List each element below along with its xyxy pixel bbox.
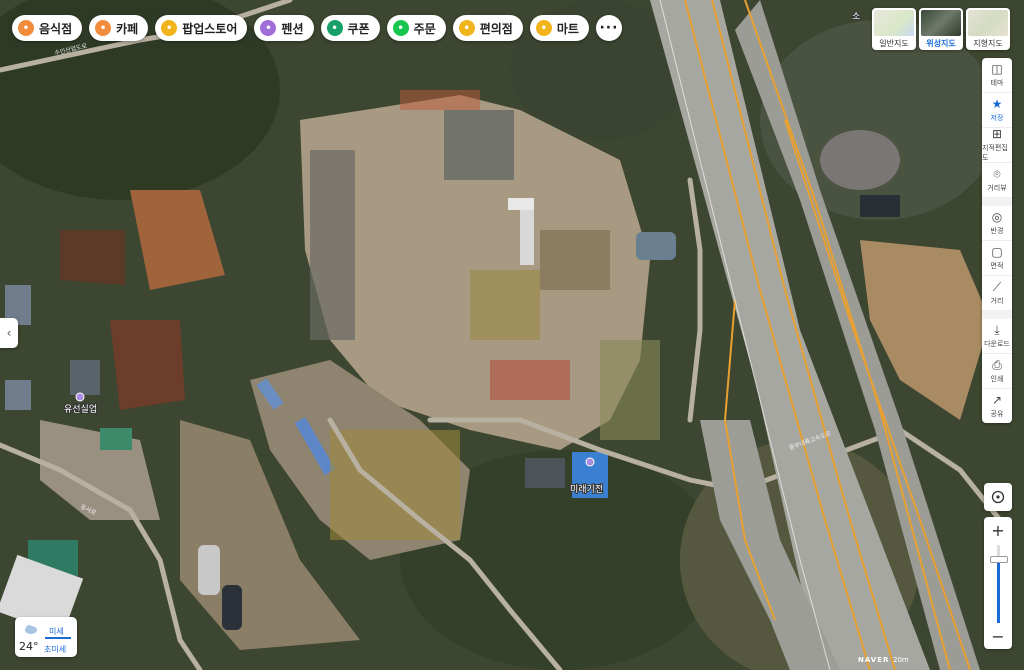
panel-collapse-button[interactable]: ‹ xyxy=(0,318,18,348)
terrain-map-thumbnail xyxy=(968,10,1008,36)
satellite-map[interactable]: 수인산업도로 중부내륙고속도로 동서로 유선실업 미래기전 소 xyxy=(0,0,1024,670)
ultrafine-dust-text: 초미세 xyxy=(44,645,67,654)
popup-store-icon: • xyxy=(161,20,178,36)
category-chip-label: 마트 xyxy=(556,21,579,36)
category-chip-label: 주문 xyxy=(413,21,436,36)
toolbar-divider xyxy=(982,311,1012,319)
category-chip-popup-store[interactable]: • 팝업스토어 xyxy=(155,15,248,41)
category-chip-cafe[interactable]: • 카페 xyxy=(89,15,149,41)
map-type-terrain[interactable]: 지형지도 xyxy=(966,8,1010,50)
zoom-out-button[interactable]: − xyxy=(984,625,1012,647)
place-marker-icon xyxy=(585,457,595,467)
place-marker-icon xyxy=(75,392,85,402)
area-icon: ▢ xyxy=(991,244,1003,259)
map-type-label: 지형지도 xyxy=(973,39,1003,48)
temperature-text: 24° xyxy=(19,640,39,653)
naver-logo: NAVER xyxy=(858,656,890,664)
category-chip-order[interactable]: • 주문 xyxy=(386,15,446,41)
zoom-in-button[interactable]: + xyxy=(984,519,1012,541)
toolbar-cadastral-button[interactable]: ⊞ 지적편집도 xyxy=(982,128,1012,163)
toolbar-download-button[interactable]: ⤓ 다운로드 xyxy=(982,319,1012,354)
toolbar-area-button[interactable]: ▢ 면적 xyxy=(982,241,1012,276)
crosshair-icon xyxy=(991,490,1005,504)
streetview-icon: ⌾ xyxy=(993,166,1001,181)
cafe-icon: • xyxy=(95,20,112,36)
toolbar-share-button[interactable]: ↗ 공유 xyxy=(982,389,1012,423)
toolbar-streetview-button[interactable]: ⌾ 거리뷰 xyxy=(982,163,1012,198)
farm-field-2 xyxy=(110,320,185,410)
coupon-icon: • xyxy=(326,20,343,36)
zoom-control: + − xyxy=(984,517,1012,649)
zoom-level-fill xyxy=(997,559,1000,623)
category-chip-restaurant[interactable]: • 음식점 xyxy=(12,15,83,41)
toolbar-save-button[interactable]: ★ 저장 xyxy=(982,93,1012,128)
share-icon: ↗ xyxy=(991,392,1003,407)
toolbar-divider xyxy=(982,198,1012,206)
category-chip-label: 펜션 xyxy=(281,21,304,36)
place-label: 유선실업 xyxy=(64,404,97,415)
my-location-button[interactable] xyxy=(984,483,1012,511)
category-chip-label: 쿠폰 xyxy=(347,21,370,36)
place-label: 소 xyxy=(852,11,860,22)
scale-bar: 20m xyxy=(893,656,909,664)
ruler-icon: ⟋ xyxy=(992,279,1002,294)
category-chip-convenience-store[interactable]: • 편의점 xyxy=(452,15,523,41)
radius-icon: ◎ xyxy=(991,209,1003,224)
restaurant-icon: • xyxy=(18,20,34,36)
mart-icon: • xyxy=(535,20,552,36)
star-icon: ★ xyxy=(991,96,1003,111)
map-type-label: 위성지도 xyxy=(926,39,956,48)
print-icon: ⎙ xyxy=(992,357,1002,372)
weather-widget[interactable]: 24° 미세 초미세 xyxy=(15,617,77,657)
satellite-map-thumbnail xyxy=(921,10,961,36)
cadastral-icon: ⊞ xyxy=(991,126,1003,141)
category-chip-more[interactable]: ··· xyxy=(595,15,622,41)
toolbar-print-button[interactable]: ⎙ 인쇄 xyxy=(982,354,1012,389)
download-icon: ⤓ xyxy=(994,322,1000,337)
weather-cloud-icon xyxy=(25,625,37,634)
category-chip-mart[interactable]: • 마트 xyxy=(529,15,589,41)
category-chip-label: 카페 xyxy=(116,21,139,36)
map-type-satellite[interactable]: 위성지도 xyxy=(919,8,963,50)
fine-dust-bar xyxy=(45,637,71,639)
order-icon: • xyxy=(392,20,409,36)
map-type-switcher: 일반지도 위성지도 지형지도 xyxy=(872,8,1010,50)
category-chip-coupon[interactable]: • 쿠폰 xyxy=(320,15,380,41)
place-label: 미래기전 xyxy=(570,484,603,495)
map-type-label: 일반지도 xyxy=(879,39,909,48)
category-chip-label: 팝업스토어 xyxy=(182,21,238,36)
chevron-left-icon: ‹ xyxy=(6,326,12,340)
category-chip-pension[interactable]: • 펜션 xyxy=(254,15,314,41)
layers-icon: ◫ xyxy=(991,61,1003,76)
zoom-slider-handle[interactable] xyxy=(990,556,1008,564)
poi-top[interactable]: 소 xyxy=(851,10,861,23)
map-toolbar: ◫ 테마 ★ 저장 ⊞ 지적편집도 ⌾ 거리뷰 ◎ 반경 ▢ 면적 ⟋ 거리 ⤓ 다운로드 ⎙ 인… xyxy=(982,58,1012,423)
pension-icon: • xyxy=(260,20,277,36)
map-type-normal[interactable]: 일반지도 xyxy=(872,8,916,50)
toolbar-radius-button[interactable]: ◎ 반경 xyxy=(982,206,1012,241)
normal-map-thumbnail xyxy=(874,10,914,36)
convenience-store-icon: • xyxy=(458,20,475,36)
toolbar-theme-button[interactable]: ◫ 테마 xyxy=(982,58,1012,93)
category-chip-label: 음식점 xyxy=(39,21,73,36)
fine-dust-text: 미세 xyxy=(49,627,64,636)
category-chip-label: 편의점 xyxy=(479,21,513,36)
category-chip-bar: • 음식점 • 카페 • 팝업스토어 • 펜션 • 쿠폰 • 주문 • 편의점 • 마트 ··· xyxy=(12,15,622,41)
toolbar-distance-button[interactable]: ⟋ 거리 xyxy=(982,276,1012,311)
